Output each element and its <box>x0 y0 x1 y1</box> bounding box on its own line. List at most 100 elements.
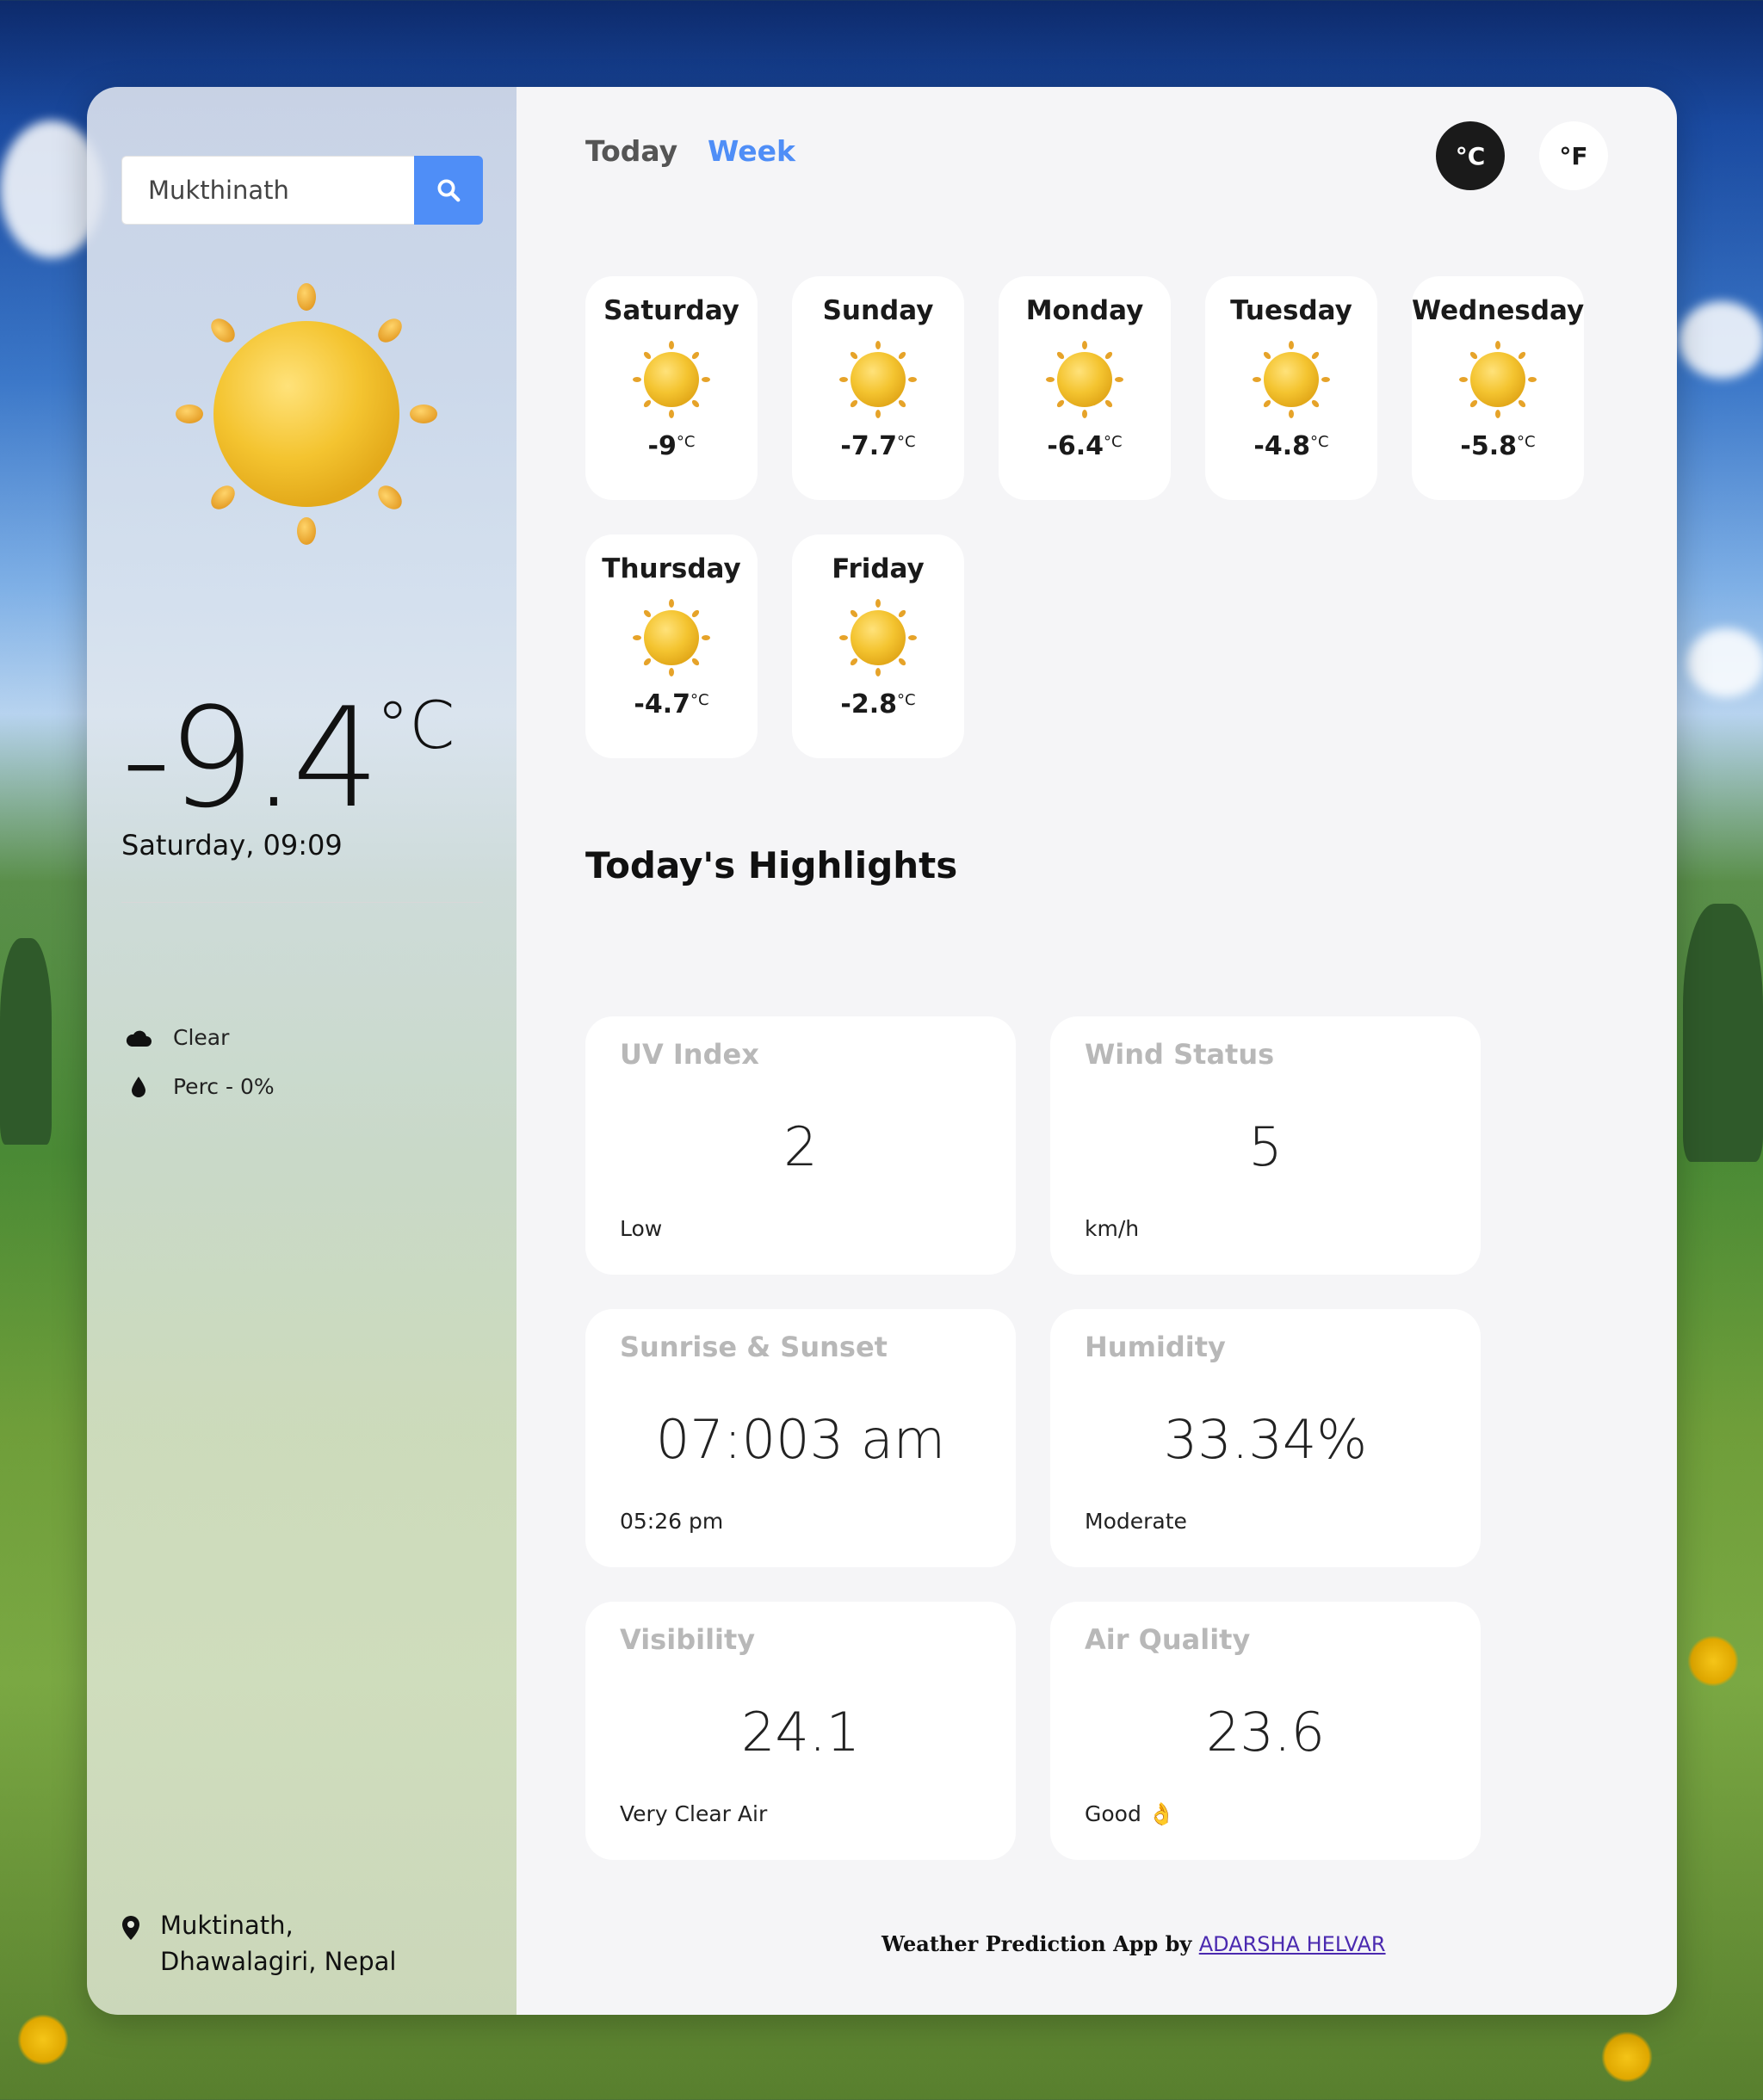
background-flower <box>1601 2031 1653 2083</box>
card-subtext: km/h <box>1085 1216 1140 1241</box>
forecast-temp-unit: °C <box>897 433 916 451</box>
sun-icon <box>176 283 437 545</box>
current-temp-unit: °C <box>376 687 455 763</box>
forecast-temp-unit: °C <box>1310 433 1329 451</box>
precipitation-text: Perc - 0% <box>173 1074 275 1099</box>
tab-today[interactable]: Today <box>585 134 677 168</box>
forecast-day-name: Sunday <box>822 295 934 326</box>
background-tree <box>1683 904 1763 1162</box>
humidity-card: Humidity 33.34% Moderate <box>1050 1309 1481 1567</box>
card-title: Visibility <box>620 1623 756 1656</box>
forecast-temp-value: -6.4 <box>1047 431 1104 461</box>
forecast-day-name: Tuesday <box>1230 295 1352 326</box>
air-quality-card: Air Quality 23.6 Good 👌 <box>1050 1602 1481 1860</box>
forecast-temp: -6.4°C <box>999 431 1171 461</box>
card-value: 23.6 <box>1205 1701 1326 1763</box>
fahrenheit-button[interactable]: °F <box>1539 121 1608 190</box>
card-value: 2 <box>783 1115 818 1178</box>
author-link[interactable]: ADARSHA HELVAR <box>1199 1932 1386 1956</box>
current-temperature: -9.4°C <box>121 689 455 827</box>
card-title: Air Quality <box>1085 1623 1251 1656</box>
sun-icon <box>835 337 921 423</box>
forecast-temp: -2.8°C <box>792 689 964 720</box>
forecast-card-monday: Monday -6.4°C <box>999 276 1171 500</box>
sun-icon <box>1042 337 1128 423</box>
visibility-card: Visibility 24.1 Very Clear Air <box>585 1602 1016 1860</box>
forecast-card-saturday: Saturday -9°C <box>585 276 758 500</box>
forecast-temp-value: -5.8 <box>1460 431 1518 461</box>
sun-icon <box>1248 337 1334 423</box>
main-panel: Today Week °C °F Saturday -9°C Sunday -7.7°… <box>517 87 1677 2015</box>
card-title: Humidity <box>1085 1331 1226 1363</box>
forecast-temp: -9°C <box>585 431 758 461</box>
forecast-temp-unit: °C <box>676 433 696 451</box>
forecast-temp: -4.8°C <box>1205 431 1377 461</box>
wind-status-card: Wind Status 5 km/h <box>1050 1016 1481 1275</box>
cloud-icon <box>126 1030 152 1047</box>
droplet-icon <box>132 1076 145 1097</box>
forecast-day-name: Wednesday <box>1412 295 1585 326</box>
search-bar <box>121 156 483 225</box>
search-button[interactable] <box>414 156 483 225</box>
sun-icon <box>835 595 921 681</box>
tab-week[interactable]: Week <box>708 134 795 168</box>
location: Muktinath, Dhawalagiri, Nepal <box>121 1907 444 1980</box>
card-subtext: Good 👌 <box>1085 1801 1175 1826</box>
divider <box>121 902 483 903</box>
search-input[interactable] <box>121 156 414 225</box>
card-value: 5 <box>1248 1115 1283 1178</box>
card-title: UV Index <box>620 1038 759 1071</box>
weather-app: -9.4°C Saturday, 09:09 Clear Perc - 0% <box>87 87 1677 2015</box>
uv-index-card: UV Index 2 Low <box>585 1016 1016 1275</box>
forecast-temp-value: -9 <box>647 431 677 461</box>
card-subtext: Low <box>620 1216 663 1241</box>
forecast-card-friday: Friday -2.8°C <box>792 534 964 758</box>
forecast-temp-value: -7.7 <box>840 431 898 461</box>
card-title: Wind Status <box>1085 1038 1275 1071</box>
forecast-day-name: Monday <box>1025 295 1144 326</box>
footer-text: Weather Prediction App by <box>882 1931 1192 1956</box>
current-datetime: Saturday, 09:09 <box>121 829 343 862</box>
forecast-day-name: Thursday <box>602 553 741 584</box>
card-value: 24.1 <box>740 1701 861 1763</box>
forecast-temp-value: -2.8 <box>840 689 898 720</box>
card-subtext: Moderate <box>1085 1509 1187 1534</box>
map-pin-icon <box>122 1916 139 1940</box>
forecast-temp: -7.7°C <box>792 431 964 461</box>
background-tree <box>0 938 52 1145</box>
sun-icon <box>628 337 714 423</box>
location-text: Muktinath, Dhawalagiri, Nepal <box>160 1911 397 1976</box>
forecast-temp-value: -4.8 <box>1253 431 1311 461</box>
condition-text: Clear <box>173 1025 230 1050</box>
card-value: 07:003 am <box>655 1408 946 1471</box>
card-value: 33.34% <box>1163 1408 1368 1471</box>
forecast-temp-unit: °C <box>1517 433 1536 451</box>
card-title: Sunrise & Sunset <box>620 1331 888 1363</box>
forecast-temp: -4.7°C <box>585 689 758 720</box>
background-flower <box>17 2014 69 2066</box>
forecast-day-name: Friday <box>832 553 925 584</box>
background-flower <box>1687 1635 1739 1687</box>
current-temp-value: -9.4 <box>121 677 380 838</box>
forecast-card-wednesday: Wednesday -5.8°C <box>1412 276 1584 500</box>
forecast-card-thursday: Thursday -4.7°C <box>585 534 758 758</box>
sun-icon <box>1455 337 1541 423</box>
forecast-card-tuesday: Tuesday -4.8°C <box>1205 276 1377 500</box>
precipitation-row: Perc - 0% <box>121 1074 275 1099</box>
forecast-day-name: Saturday <box>603 295 739 326</box>
forecast-temp-value: -4.7 <box>634 689 691 720</box>
card-subtext: Very Clear Air <box>620 1801 768 1826</box>
forecast-temp-unit: °C <box>1104 433 1123 451</box>
search-icon <box>437 179 461 202</box>
forecast-temp: -5.8°C <box>1412 431 1584 461</box>
sun-icon <box>628 595 714 681</box>
background-cloud <box>1679 301 1763 379</box>
celsius-button[interactable]: °C <box>1436 121 1505 190</box>
card-subtext: 05:26 pm <box>620 1509 724 1534</box>
sidebar: -9.4°C Saturday, 09:09 Clear Perc - 0% <box>87 87 517 2015</box>
background-cloud <box>1687 628 1763 697</box>
sunrise-sunset-card: Sunrise & Sunset 07:003 am 05:26 pm <box>585 1309 1016 1567</box>
forecast-temp-unit: °C <box>690 691 709 709</box>
forecast-temp-unit: °C <box>897 691 916 709</box>
condition-row: Clear <box>121 1025 229 1050</box>
